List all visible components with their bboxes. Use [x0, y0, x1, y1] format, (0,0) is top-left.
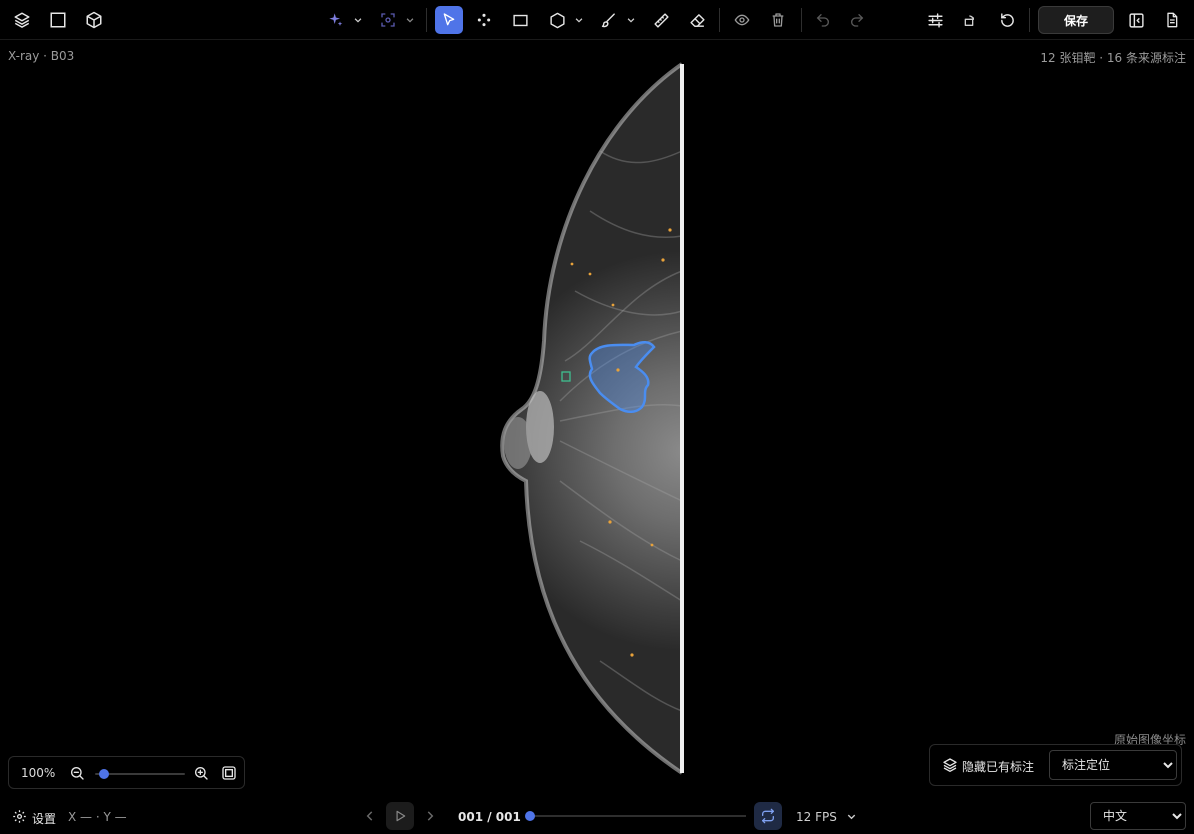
language-select[interactable]: 中文	[1090, 802, 1186, 830]
frame-counter: 001 / 001	[458, 810, 521, 824]
rectangle-icon[interactable]	[506, 6, 534, 34]
settings-label[interactable]: 设置	[32, 810, 56, 827]
eraser-icon[interactable]	[683, 6, 711, 34]
zoom-slider-handle[interactable]	[99, 769, 109, 779]
hide-annotations-toggle[interactable]: 隐藏已有标注	[962, 758, 1034, 775]
loop-icon[interactable]	[754, 802, 782, 830]
sliders-icon[interactable]	[921, 6, 949, 34]
chevron-down-icon[interactable]	[624, 6, 638, 34]
document-icon[interactable]	[1158, 6, 1186, 34]
layers-icon[interactable]	[942, 757, 958, 773]
eye-icon[interactable]	[728, 6, 756, 34]
image-canvas[interactable]	[0, 41, 1194, 797]
toolbar-divider	[1029, 8, 1030, 32]
ruler-icon[interactable]	[647, 6, 675, 34]
annotation-panel: 隐藏已有标注 标注定位	[929, 744, 1182, 786]
chevron-left-icon[interactable]	[363, 809, 377, 823]
mammogram-image	[500, 62, 684, 775]
keypoint-icon[interactable]	[470, 6, 498, 34]
brush-icon[interactable]	[594, 6, 622, 34]
square-frame-icon[interactable]	[44, 6, 72, 34]
top-toolbar: 保存	[0, 0, 1194, 40]
sparkle-icon[interactable]	[322, 6, 350, 34]
toolbar-divider	[426, 8, 427, 32]
fit-screen-icon[interactable]	[221, 765, 237, 781]
annotation-locate-select[interactable]: 标注定位	[1049, 750, 1177, 780]
fps-label[interactable]: 12 FPS	[796, 810, 837, 824]
toolbar-divider	[719, 8, 720, 32]
polygon-icon[interactable]	[543, 6, 571, 34]
trash-icon[interactable]	[764, 6, 792, 34]
cursor-coordinates: X — · Y —	[68, 810, 127, 824]
redo-icon[interactable]	[843, 6, 871, 34]
toolbar-divider	[801, 8, 802, 32]
zoom-out-icon[interactable]	[69, 765, 85, 781]
play-icon[interactable]	[386, 802, 414, 830]
gear-icon[interactable]	[12, 809, 27, 824]
refresh-icon[interactable]	[993, 6, 1021, 34]
frame-slider-track[interactable]	[530, 815, 746, 817]
ai-select-icon[interactable]	[374, 6, 402, 34]
image-summary: 12 张钼靶 · 16 条来源标注	[1040, 51, 1186, 65]
layers-icon[interactable]	[8, 6, 36, 34]
chevron-down-icon[interactable]	[351, 6, 365, 34]
chevron-right-icon[interactable]	[423, 809, 437, 823]
pointer-icon[interactable]	[435, 6, 463, 34]
undo-icon[interactable]	[809, 6, 837, 34]
chevron-down-icon[interactable]	[572, 6, 586, 34]
bottom-bar: 设置 X — · Y — 001 / 001 12 FPS 中文	[0, 798, 1194, 834]
zoom-value: 100%	[21, 766, 56, 780]
chevron-down-icon[interactable]	[846, 811, 857, 822]
image-name: X-ray · B03	[8, 49, 75, 63]
cube-icon[interactable]	[80, 6, 108, 34]
sidebar-toggle-icon[interactable]	[1122, 6, 1150, 34]
frame-slider-handle[interactable]	[525, 811, 535, 821]
zoom-in-icon[interactable]	[193, 765, 209, 781]
zoom-panel: 100%	[8, 756, 245, 789]
chevron-down-icon[interactable]	[403, 6, 417, 34]
rotate-square-icon[interactable]	[956, 6, 984, 34]
save-button[interactable]: 保存	[1038, 6, 1114, 34]
